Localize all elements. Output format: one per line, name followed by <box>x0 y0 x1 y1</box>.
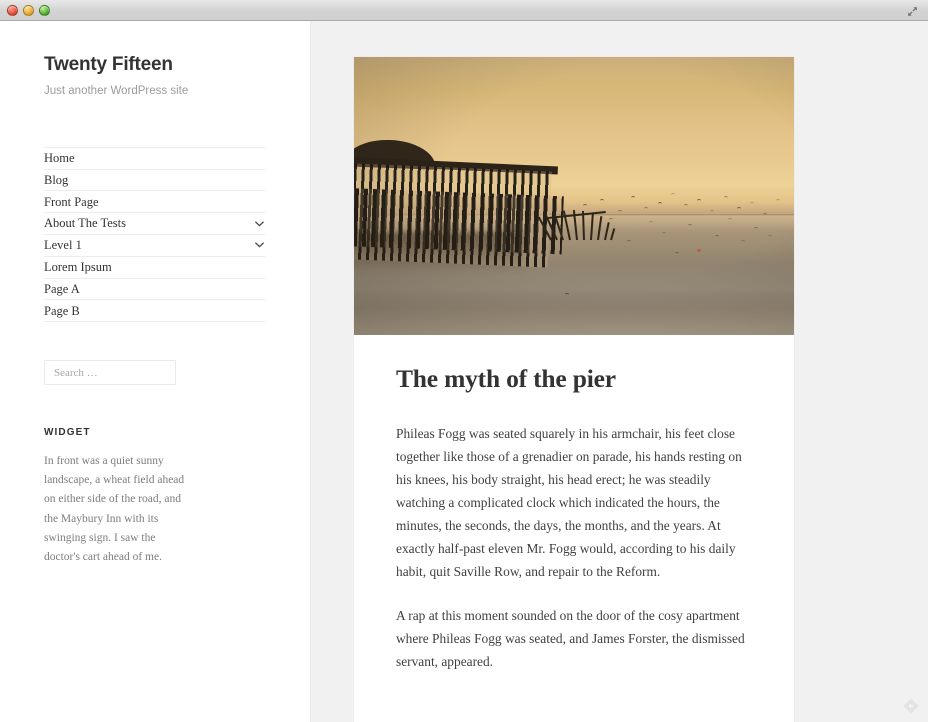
post-paragraph: Phileas Fogg was seated squarely in his … <box>396 425 742 580</box>
window-controls <box>7 4 50 16</box>
post-article: The myth of the pier Phileas Fogg was se… <box>354 57 794 722</box>
site-description: Just another WordPress site <box>44 84 189 97</box>
sidebar-item-about-the-tests[interactable]: About The Tests <box>44 213 265 236</box>
close-window-button[interactable] <box>7 4 18 16</box>
minimize-window-button[interactable] <box>23 4 34 16</box>
primary-navigation: Home Blog Front Page About The Tests Lev… <box>44 146 265 323</box>
search-input[interactable] <box>44 360 176 386</box>
sidebar-item-home[interactable]: Home <box>44 148 265 170</box>
nav-label[interactable]: Page A <box>44 283 80 296</box>
browser-window: Twenty Fifteen Just another WordPress si… <box>0 0 928 722</box>
entry-body: The myth of the pier Phileas Fogg was se… <box>354 335 794 722</box>
sidebar-item-front-page[interactable]: Front Page <box>44 191 265 214</box>
window-titlebar <box>0 0 928 21</box>
sidebar-item-page-a[interactable]: Page A <box>44 279 265 301</box>
site-title[interactable]: Twenty Fifteen <box>44 54 265 77</box>
resize-diamond-icon <box>903 698 919 714</box>
nav-label[interactable]: About The Tests <box>44 217 126 230</box>
main-content: The myth of the pier Phileas Fogg was se… <box>312 21 928 722</box>
submenu-toggle-button[interactable] <box>253 218 265 230</box>
sidebar-item-lorem-ipsum[interactable]: Lorem Ipsum <box>44 257 265 279</box>
nav-label[interactable]: Blog <box>44 174 68 187</box>
fullscreen-toggle-button[interactable] <box>904 3 920 19</box>
widget-text: In front was a quiet sunny landscape, a … <box>44 455 185 563</box>
submenu-toggle-button[interactable] <box>253 239 265 251</box>
nav-label[interactable]: Level 1 <box>44 239 82 252</box>
post-paragraph: A rap at this moment sounded on the door… <box>396 608 745 670</box>
search-form <box>44 360 265 386</box>
chevron-down-icon <box>254 242 264 248</box>
widget-area: WIDGET In front was a quiet sunny landsc… <box>44 427 265 566</box>
featured-image[interactable] <box>354 57 794 335</box>
page-viewport: Twenty Fifteen Just another WordPress si… <box>0 21 928 722</box>
nav-label[interactable]: Front Page <box>44 196 99 209</box>
maximize-window-button[interactable] <box>39 4 50 16</box>
image-vignette <box>354 57 794 335</box>
sidebar-item-level-1[interactable]: Level 1 <box>44 235 265 257</box>
widget-title: WIDGET <box>44 427 91 439</box>
sidebar-item-page-b[interactable]: Page B <box>44 300 265 323</box>
sidebar-item-blog[interactable]: Blog <box>44 170 265 192</box>
post-title[interactable]: The myth of the pier <box>396 363 752 395</box>
nav-label[interactable]: Page B <box>44 305 80 318</box>
nav-label[interactable]: Lorem Ipsum <box>44 261 112 274</box>
nav-label[interactable]: Home <box>44 152 75 165</box>
sidebar: Twenty Fifteen Just another WordPress si… <box>0 21 311 722</box>
chevron-down-icon <box>254 221 264 227</box>
diagonal-arrows-icon <box>907 6 917 16</box>
resize-grip[interactable] <box>901 696 921 716</box>
